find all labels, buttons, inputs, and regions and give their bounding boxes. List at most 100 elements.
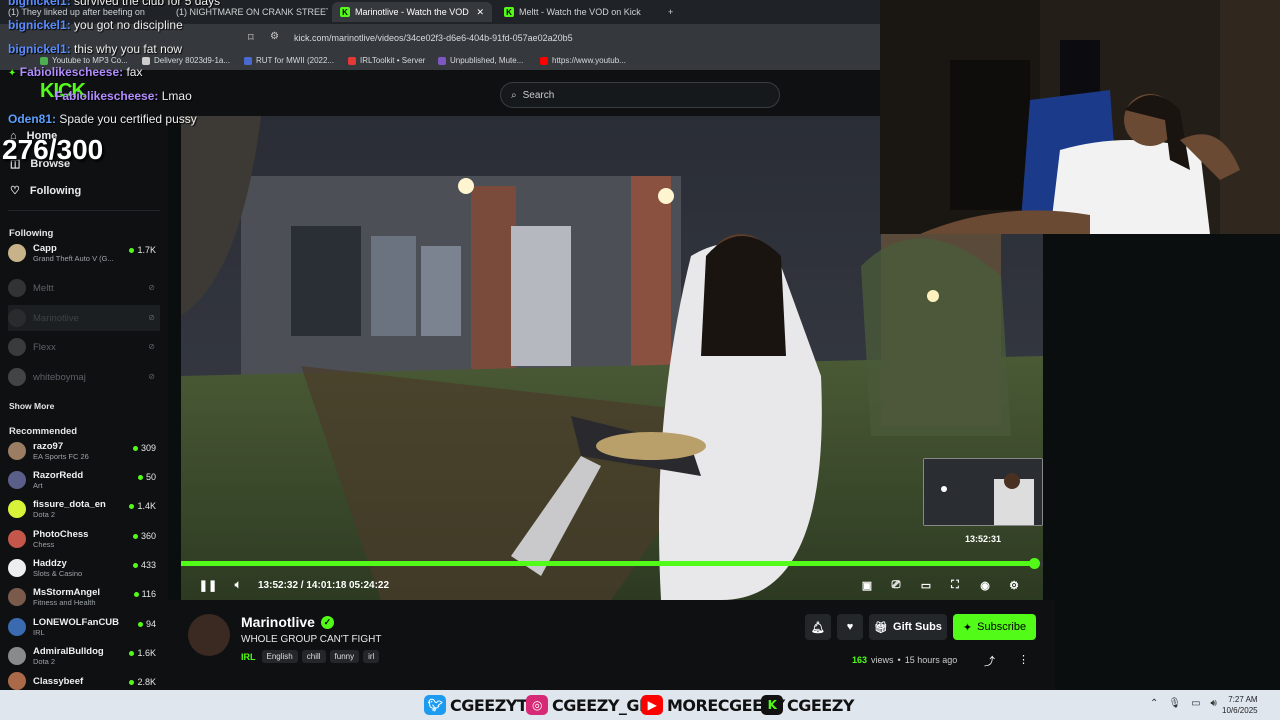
seek-preview-thumbnail bbox=[923, 458, 1043, 526]
progress-knob[interactable] bbox=[1029, 558, 1040, 569]
recommended-channel[interactable]: RazorRedd Art 50 bbox=[8, 467, 160, 493]
tag[interactable]: chill bbox=[301, 650, 326, 663]
divider bbox=[8, 210, 160, 211]
clip-icon[interactable]: ⎚ bbox=[889, 578, 903, 592]
recommended-channel[interactable]: fissure_dota_en Dota 2 1.4K bbox=[8, 496, 160, 522]
notification-bell-icon[interactable]: 🔔︎ bbox=[805, 614, 831, 640]
viewer-count: 360 bbox=[132, 531, 156, 541]
recommended-channel[interactable]: PhotoChess Chess 360 bbox=[8, 526, 160, 552]
site-info-icon[interactable]: ⚙ bbox=[270, 31, 279, 42]
network-icon[interactable]: ▭ bbox=[1191, 698, 1200, 709]
nav-following[interactable]: ♡ Following bbox=[10, 184, 81, 198]
settings-gear-icon[interactable]: ⚙ bbox=[1007, 578, 1021, 592]
share-icon[interactable]: ⤴ bbox=[984, 653, 995, 669]
live-dot-icon bbox=[137, 621, 143, 627]
recommended-channel[interactable]: MsStormAngel Fitness and Health 116 bbox=[8, 584, 160, 610]
viewer-count: 1.7K bbox=[129, 245, 156, 255]
recommended-channel[interactable]: Classybeef 2.8K bbox=[8, 672, 160, 690]
search-input[interactable]: ⌕ Search bbox=[500, 82, 780, 108]
following-channel-flexx[interactable]: Flexx ⊘ bbox=[8, 334, 160, 360]
url-text[interactable]: kick.com/marinotlive/videos/34ce02f3-d6e… bbox=[294, 33, 573, 43]
stream-info: Marinotlive ✓ WHOLE GROUP CAN'T FIGHT IR… bbox=[168, 600, 1055, 690]
progress-bar[interactable] bbox=[181, 558, 1043, 569]
avatar bbox=[8, 279, 26, 297]
channel-name[interactable]: Marinotlive ✓ bbox=[241, 614, 334, 630]
social-kick: K CGEEZY bbox=[761, 693, 854, 717]
search-icon: ⌕ bbox=[511, 89, 517, 101]
offline-icon: ⊘ bbox=[148, 342, 155, 351]
avatar bbox=[8, 471, 26, 489]
show-more-link[interactable]: Show More bbox=[9, 401, 54, 411]
player-controls: ❚❚ 🔈︎ 13:52:32 / 14:01:18 05:24:22 ▣ ⎚ ▭… bbox=[181, 572, 1043, 600]
bookmark-item[interactable]: IRLToolkit • Server bbox=[348, 56, 425, 65]
social-twitter: 🐦︎ CGEEZYTV bbox=[424, 693, 540, 717]
chat-message: Fabiolikescheese: Lmao bbox=[55, 89, 192, 103]
new-tab-button[interactable]: + bbox=[660, 2, 680, 22]
recommended-channel[interactable]: Haddzy Slots & Casino 433 bbox=[8, 555, 160, 581]
chat-message: ✦ Fabiolikescheese: fax bbox=[8, 65, 143, 79]
kick-favicon-icon: K bbox=[504, 7, 514, 17]
views-line: 163 views • 15 hours ago bbox=[852, 655, 958, 665]
miniplayer-icon[interactable]: ▣ bbox=[860, 578, 874, 592]
live-dot-icon bbox=[132, 533, 138, 539]
pause-icon[interactable]: ❚❚ bbox=[199, 578, 217, 592]
webcam-image bbox=[880, 0, 1280, 234]
offline-icon: ⊘ bbox=[148, 313, 155, 322]
following-channel-marinotlive[interactable]: Marinotlive ⊘ bbox=[8, 305, 160, 331]
chat-message: Oden81: Spade you certified pussy bbox=[8, 112, 197, 126]
gift-subs-button[interactable]: 🎁︎ Gift Subs bbox=[869, 614, 947, 640]
playback-speed-icon[interactable]: ◉ bbox=[978, 578, 992, 592]
viewer-count: 94 bbox=[137, 619, 156, 629]
gift-icon: 🎁︎ bbox=[874, 621, 889, 634]
live-dot-icon bbox=[129, 679, 135, 685]
avatar bbox=[8, 559, 26, 577]
follow-heart-icon[interactable]: ♥ bbox=[837, 614, 863, 640]
tag[interactable]: funny bbox=[329, 650, 360, 663]
bookmark-item[interactable]: https://www.youtub... bbox=[540, 56, 626, 65]
heart-icon: ♡ bbox=[10, 185, 20, 197]
close-tab-icon[interactable]: ✕ bbox=[476, 7, 484, 18]
theater-mode-icon[interactable]: ▭ bbox=[919, 578, 933, 592]
bookmark-item[interactable]: Youtube to MP3 Co... bbox=[40, 56, 128, 65]
more-options-icon[interactable]: ⋮ bbox=[1018, 653, 1029, 666]
following-channel-capp[interactable]: Capp Grand Theft Auto V (G... 1.7K bbox=[8, 240, 160, 266]
youtube-icon: ▶ bbox=[641, 695, 663, 715]
live-dot-icon bbox=[132, 445, 138, 451]
recommended-channel[interactable]: LONEWOLFanCUB IRL 94 bbox=[8, 614, 160, 640]
following-header: Following bbox=[9, 228, 54, 239]
live-dot-icon bbox=[129, 247, 135, 253]
twitter-icon: 🐦︎ bbox=[424, 695, 446, 715]
following-channel-meltt[interactable]: Meltt ⊘ bbox=[8, 275, 160, 301]
bookmark-item[interactable]: RUT for MWII (2022... bbox=[244, 56, 334, 65]
avatar bbox=[8, 530, 26, 548]
tag[interactable]: irl bbox=[363, 650, 380, 663]
tab-4[interactable]: K Meltt - Watch the VOD on Kick bbox=[496, 2, 656, 22]
bookmark-item[interactable]: Delivery 8023d9-1a... bbox=[142, 56, 230, 65]
right-panel bbox=[1043, 234, 1280, 690]
avatar bbox=[8, 647, 26, 665]
bookmark-icon[interactable]: ⌑ bbox=[248, 31, 254, 44]
recommended-channel[interactable]: AdmiralBulldog Dota 2 1.6K bbox=[8, 643, 160, 669]
viewer-count: 433 bbox=[132, 560, 156, 570]
subscribe-button[interactable]: ✦ Subscribe bbox=[953, 614, 1036, 640]
channel-avatar[interactable] bbox=[188, 614, 230, 656]
volume-icon[interactable]: 🔈︎ bbox=[231, 578, 245, 592]
avatar bbox=[8, 672, 26, 690]
bookmark-item[interactable]: Unpublished, Mute... bbox=[438, 56, 523, 65]
category-link[interactable]: IRL bbox=[241, 652, 256, 662]
webcam-overlay bbox=[880, 0, 1280, 234]
chevron-up-icon[interactable]: ⌃ bbox=[1150, 698, 1158, 709]
tab-3-active[interactable]: K Marinotlive - Watch the VOD ✕ bbox=[332, 2, 492, 22]
microphone-icon[interactable]: 🎙︎ bbox=[1168, 698, 1181, 709]
avatar bbox=[8, 368, 26, 386]
viewer-count: 1.4K bbox=[129, 501, 156, 511]
chat-message: bignickel1: survived the club for 5 days bbox=[8, 0, 221, 8]
kick-favicon-icon: K bbox=[340, 7, 350, 17]
tag[interactable]: English bbox=[261, 650, 298, 663]
fullscreen-icon[interactable]: ⛶ bbox=[948, 578, 962, 592]
following-channel-whiteboymaj[interactable]: whiteboymaj ⊘ bbox=[8, 364, 160, 390]
speaker-icon[interactable]: 🔊︎ bbox=[1211, 698, 1217, 709]
star-icon: ✦ bbox=[962, 621, 973, 634]
clock[interactable]: 7:27 AM 10/6/2025 bbox=[1222, 694, 1258, 716]
recommended-channel[interactable]: razo97 EA Sports FC 26 309 bbox=[8, 438, 160, 464]
